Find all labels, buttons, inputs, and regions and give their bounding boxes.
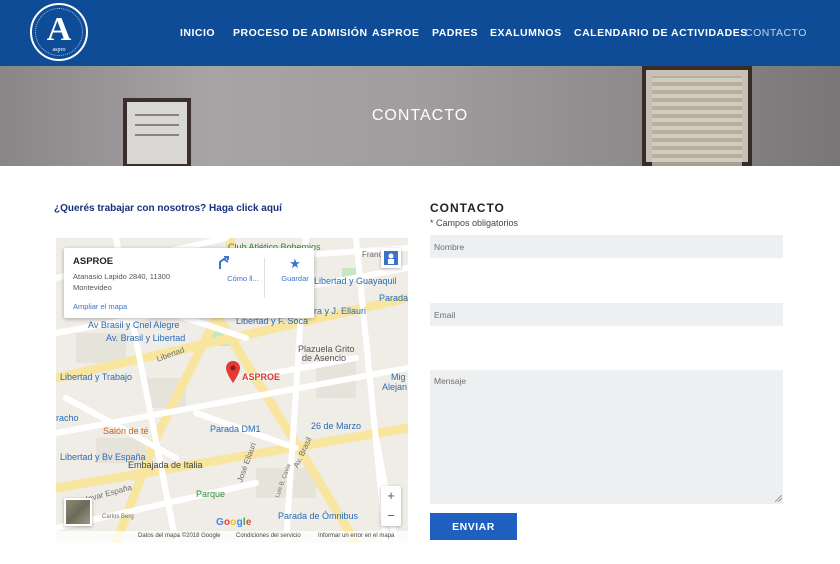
- main-nav: INICIO PROCESO DE ADMISIÓN ASPROE PADRES…: [0, 27, 840, 41]
- message-field[interactable]: [430, 370, 783, 504]
- map-label-racho: racho: [56, 413, 79, 423]
- required-note: * Campos obligatorios: [430, 218, 519, 228]
- card-divider: [264, 258, 265, 298]
- zoom-out-button[interactable]: −: [381, 506, 401, 526]
- map-footer: Datos del mapa ©2018 Google Condiciones …: [56, 531, 408, 543]
- zoom-control: + −: [381, 486, 401, 526]
- email-field[interactable]: [430, 303, 783, 326]
- star-icon: ★: [289, 256, 301, 271]
- map-label-alejan: Alejan: [382, 382, 408, 392]
- nav-item-contacto[interactable]: CONTACTO: [745, 27, 807, 39]
- zoom-in-button[interactable]: +: [381, 486, 401, 506]
- map-terms-link[interactable]: Condiciones del servicio: [236, 533, 301, 539]
- map-label-embajada: Embajada de Italia: [128, 460, 203, 470]
- map-label-brasil-alegre: Av Brasil y Cnel Alegre: [88, 320, 180, 330]
- place-address: Atanasio Lapido 2840, 11300 Montevideo: [73, 272, 171, 292]
- enlarge-map-link[interactable]: Ampliar el mapa: [73, 302, 127, 311]
- page-title: CONTACTO: [371, 107, 469, 124]
- logo-subtext: aspro: [52, 47, 66, 53]
- map-label-omnibus: Parada de Ómnibus: [278, 511, 359, 521]
- nav-item-inicio[interactable]: INICIO: [180, 27, 215, 39]
- resize-grip-icon[interactable]: [775, 495, 782, 502]
- map-pin-label: ASPROE: [242, 372, 281, 382]
- save-place-button[interactable]: ★ Guardar: [270, 256, 320, 283]
- map-label-libertad-trabajo: Libertad y Trabajo: [60, 372, 133, 382]
- nav-item-calendario[interactable]: CALENDARIO DE ACTIVIDADES: [574, 27, 748, 39]
- nav-item-padres[interactable]: PADRES: [432, 27, 478, 39]
- map-label-parque: Parque: [196, 489, 226, 499]
- map-label-parada-right: Parada: [379, 293, 408, 303]
- map-label-parada-dm1: Parada DM1: [210, 424, 261, 434]
- directions-icon: [218, 256, 268, 272]
- google-logo: Google: [216, 517, 252, 528]
- site-header: A aspro INICIO PROCESO DE ADMISIÓN ASPRO…: [0, 0, 840, 66]
- map-embed[interactable]: Club Atlético Bohemios Francisc Libertad…: [56, 238, 408, 543]
- place-name: ASPROE: [73, 256, 114, 267]
- name-field[interactable]: [430, 235, 783, 258]
- map-label-libertad-guayaquil: Libertad y Guayaquil: [314, 276, 397, 286]
- map-label-26-marzo: 26 de Marzo: [311, 421, 362, 431]
- work-with-us-link[interactable]: ¿Querés trabajar con nosotros? Haga clic…: [54, 203, 282, 214]
- form-title: CONTACTO: [430, 201, 505, 215]
- pegman-icon[interactable]: [381, 248, 401, 268]
- nav-item-exalumnos[interactable]: EXALUMNOS: [490, 27, 562, 39]
- map-label-asencio: de Asencio: [302, 353, 347, 363]
- nav-item-proceso-admision[interactable]: PROCESO DE ADMISIÓN: [233, 27, 368, 39]
- map-label-carlos: Carlos Berg: [102, 514, 134, 520]
- map-pin-icon: [226, 361, 240, 383]
- map-label-ellauri: ra y J. Ellauri: [314, 306, 367, 316]
- map-report-link[interactable]: Informar un error en el mapa: [318, 533, 394, 539]
- satellite-toggle[interactable]: [64, 498, 92, 526]
- submit-button[interactable]: ENVIAR: [430, 513, 517, 540]
- page-banner: CONTACTO: [0, 66, 840, 166]
- map-info-card: ASPROE Atanasio Lapido 2840, 11300 Monte…: [64, 248, 314, 318]
- nav-item-asproe[interactable]: ASPROE: [372, 27, 419, 39]
- map-label-brasil-libertad: Av. Brasil y Libertad: [106, 333, 186, 343]
- map-label-salon: Salón de té: [103, 426, 149, 436]
- directions-button[interactable]: Cómo ll...: [218, 256, 268, 283]
- map-data-credit: Datos del mapa ©2018 Google: [138, 533, 221, 539]
- map-label-mig: Mig: [391, 372, 406, 382]
